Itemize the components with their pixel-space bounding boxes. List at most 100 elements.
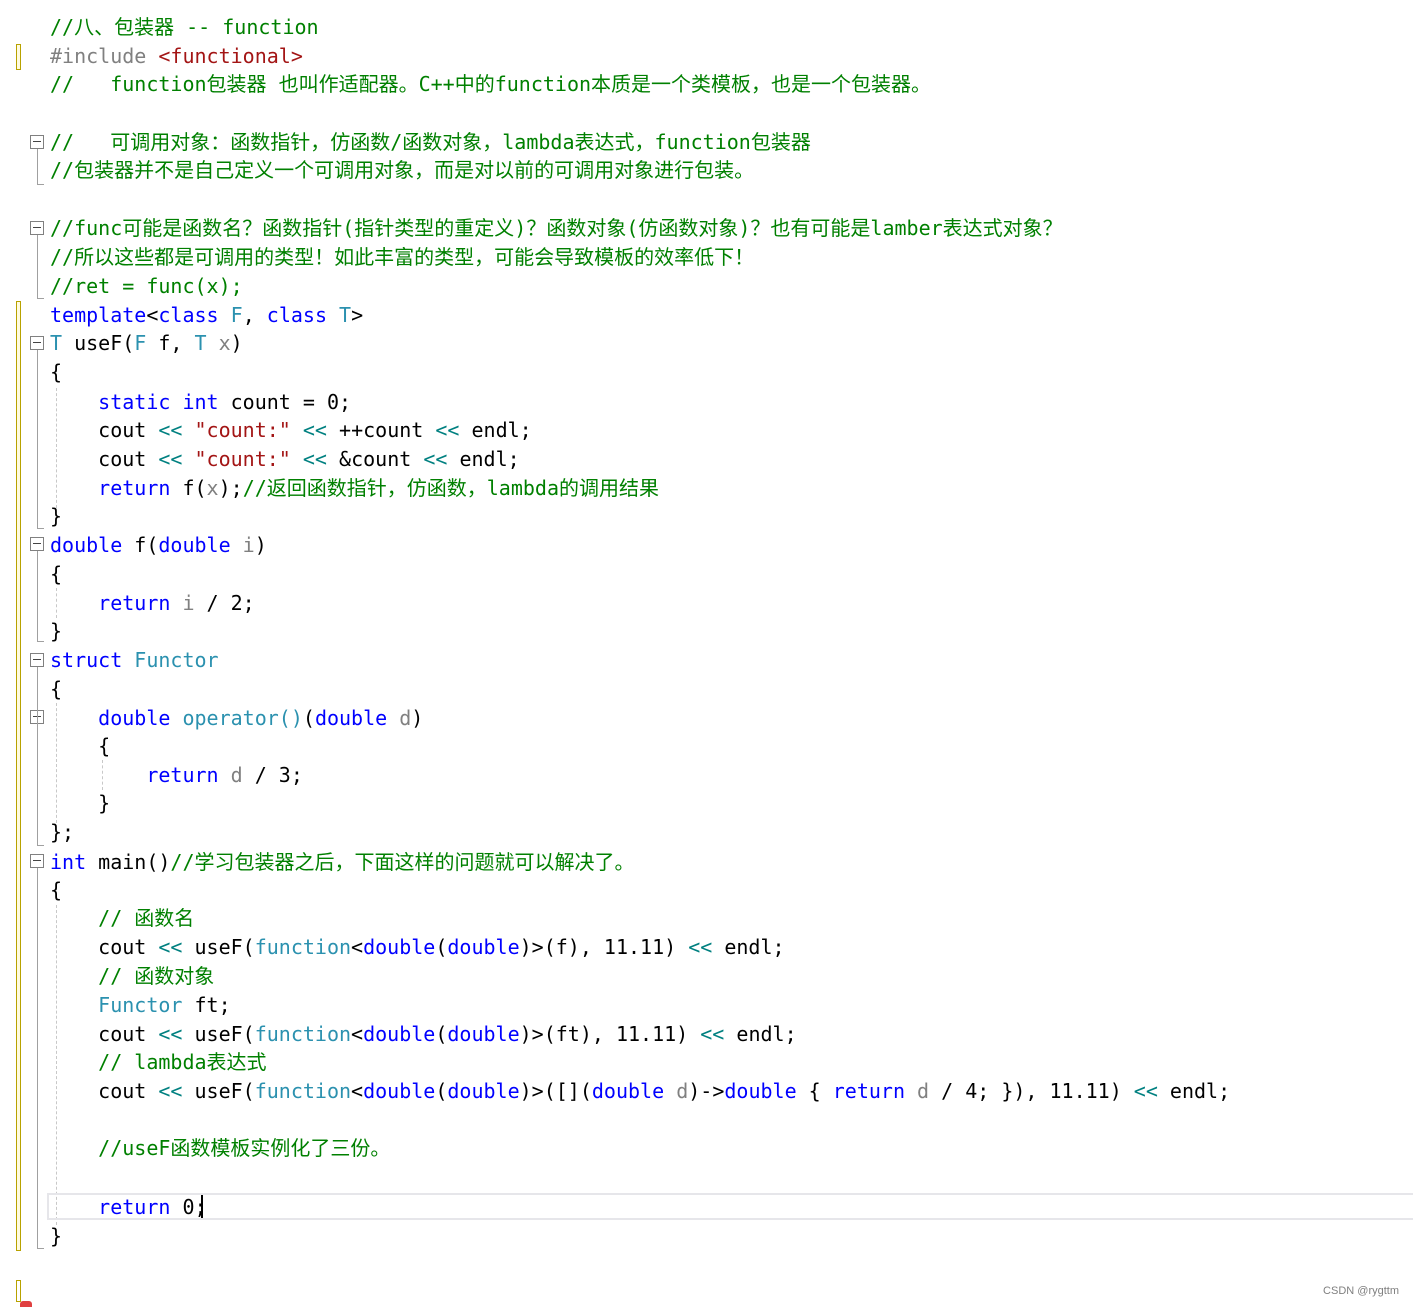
code-token: int <box>50 850 87 874</box>
code-line[interactable]: }; <box>50 818 74 846</box>
code-editor[interactable]: //八、包装器 -- function #include <functional>… <box>0 0 1413 1307</box>
code-line[interactable]: // function包装器 也叫作适配器。C++中的function本质是一个… <box>50 70 931 98</box>
code-line[interactable]: //所以这些都是可调用的类型！如此丰富的类型，可能会导致模板的效率低下！ <box>50 243 754 271</box>
code-token: double <box>314 706 388 730</box>
code-token: struct <box>50 648 123 672</box>
code-line[interactable]: cout << useF(function<double(double)>(f)… <box>50 933 784 961</box>
code-line[interactable]: return d / 3; <box>50 761 303 789</box>
code-line[interactable]: cout << useF(function<double(double)>(ft… <box>50 1020 796 1048</box>
code-token: d <box>676 1079 689 1103</box>
code-token: { <box>50 878 63 902</box>
code-token: //func可能是函数名？函数指针(指针类型的重定义)？函数对象(仿函数对象)？… <box>50 216 1063 240</box>
code-token: x <box>206 476 219 500</box>
fold-toggle-icon[interactable] <box>30 336 44 350</box>
change-indicator <box>16 1280 21 1302</box>
code-token: double <box>158 533 231 557</box>
code-token: { <box>50 734 111 758</box>
code-line[interactable]: return f(x);//返回函数指针，仿函数，lambda的调用结果 <box>50 474 659 502</box>
code-token: < <box>146 303 159 327</box>
code-token: < <box>351 935 364 959</box>
fold-toggle-icon[interactable] <box>30 854 44 868</box>
code-line[interactable]: //八、包装器 -- function <box>50 13 319 41</box>
code-line[interactable]: T useF(F f, T x) <box>50 329 243 357</box>
code-token: endl; <box>447 447 520 471</box>
code-token: double <box>591 1079 665 1103</box>
code-token: #include <box>50 44 159 68</box>
code-line[interactable]: Functor ft; <box>50 991 231 1019</box>
fold-toggle-icon[interactable] <box>30 221 44 235</box>
code-line[interactable]: // 函数对象 <box>50 962 214 990</box>
code-line[interactable]: //func可能是函数名？函数指针(指针类型的重定义)？函数对象(仿函数对象)？… <box>50 214 1063 242</box>
fold-toggle-icon[interactable] <box>30 135 44 149</box>
code-line[interactable]: } <box>50 789 110 817</box>
code-line[interactable]: cout << "count:" << ++count << endl; <box>50 416 532 444</box>
code-line[interactable]: static int count = 0; <box>50 388 351 416</box>
code-line[interactable]: } <box>50 1222 62 1250</box>
code-token: useF( <box>182 935 255 959</box>
code-line[interactable]: //包装器并不是自己定义一个可调用对象，而是对以前的可调用对象进行包装。 <box>50 156 754 184</box>
code-line[interactable]: return i / 2; <box>50 589 255 617</box>
code-token: <functional> <box>158 44 303 68</box>
code-token: )>(ft), 11.11) <box>519 1022 701 1046</box>
code-token: T <box>50 331 63 355</box>
code-token: << <box>1133 1079 1158 1103</box>
code-line[interactable]: { <box>50 876 62 904</box>
code-token: T <box>339 303 352 327</box>
code-line[interactable]: template<class F, class T> <box>50 301 363 329</box>
code-line[interactable]: //ret = func(x); <box>50 272 243 300</box>
code-token: } <box>50 619 63 643</box>
code-token: { <box>50 360 63 384</box>
code-line[interactable]: } <box>50 617 62 645</box>
code-token: template <box>50 303 147 327</box>
code-line[interactable]: // 可调用对象：函数指针，仿函数/函数对象，lambda表达式，functio… <box>50 128 811 156</box>
code-token: ) <box>411 706 424 730</box>
code-line[interactable]: struct Functor <box>50 646 219 674</box>
code-line[interactable]: double operator()(double d) <box>50 704 423 732</box>
code-token: > <box>351 303 364 327</box>
code-token: // 函数名 <box>98 906 195 930</box>
code-token: f( <box>170 476 207 500</box>
fold-guide <box>37 868 38 1248</box>
code-line[interactable]: { <box>50 560 62 588</box>
code-line[interactable]: { <box>50 675 62 703</box>
code-token: ft; <box>182 993 231 1017</box>
code-token: ( <box>435 1079 448 1103</box>
code-line[interactable]: // lambda表达式 <box>50 1048 266 1076</box>
code-line[interactable]: { <box>50 358 62 386</box>
code-line[interactable]: cout << useF(function<double(double)>([]… <box>50 1077 1230 1105</box>
code-token: class <box>266 303 327 327</box>
fold-guide <box>37 350 38 528</box>
code-line[interactable]: return 0; <box>50 1193 206 1221</box>
code-line[interactable]: } <box>50 502 62 530</box>
code-line[interactable]: int main()//学习包装器之后，下面这样的问题就可以解决了。 <box>50 848 635 876</box>
fold-toggle-icon[interactable] <box>30 653 44 667</box>
code-token: double <box>98 706 171 730</box>
code-line[interactable]: cout << "count:" << &count << endl; <box>50 445 520 473</box>
fold-toggle-icon[interactable] <box>30 537 44 551</box>
code-token: function <box>254 1079 352 1103</box>
code-line[interactable]: #include <functional> <box>50 42 303 70</box>
code-line[interactable]: // 函数名 <box>50 904 194 932</box>
code-token: double <box>363 1022 436 1046</box>
code-token: f( <box>122 533 159 557</box>
code-line[interactable]: double f(double i) <box>50 531 267 559</box>
code-line[interactable]: //useF函数模板实例化了三份。 <box>50 1134 390 1162</box>
code-token: / 3; <box>242 763 303 787</box>
code-token: { <box>50 677 63 701</box>
code-token: useF( <box>182 1022 255 1046</box>
code-line[interactable]: { <box>50 732 110 760</box>
